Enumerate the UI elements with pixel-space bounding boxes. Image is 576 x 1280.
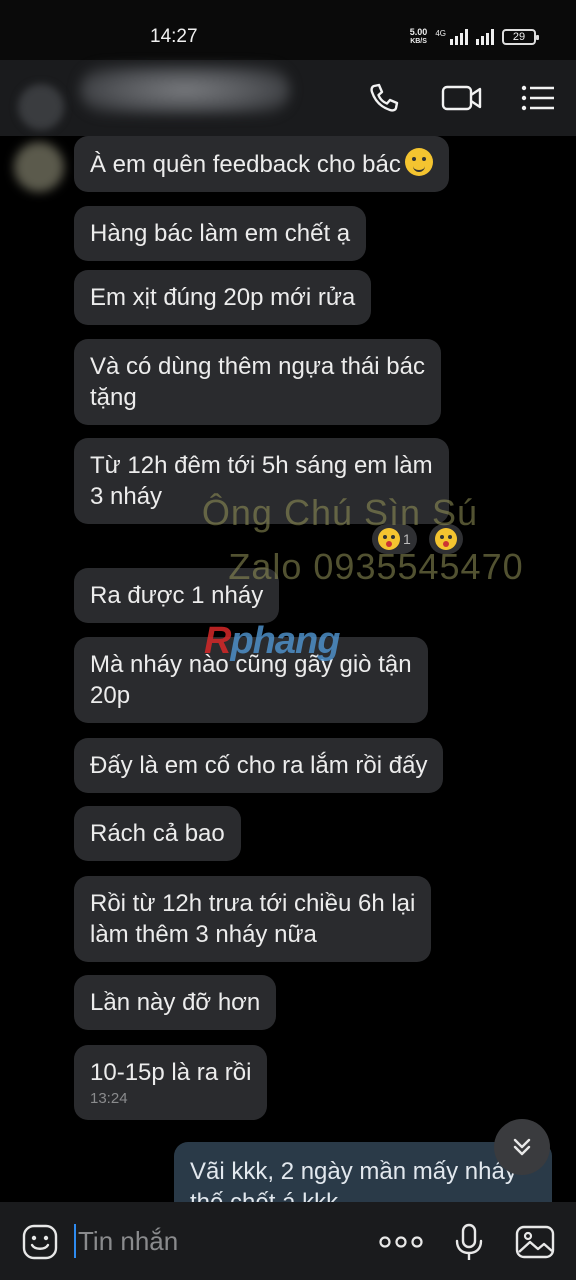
chevron-double-down-icon xyxy=(513,1138,531,1156)
phone-icon[interactable] xyxy=(364,78,404,118)
tongue-wink-emoji-icon xyxy=(434,528,457,550)
message-bubble[interactable]: Từ 12h đêm tới 5h sáng em làm 3 nháy xyxy=(74,438,449,524)
message-bubble[interactable]: À em quên feedback cho bác xyxy=(74,136,449,192)
sender-avatar[interactable] xyxy=(14,142,64,192)
signal-icon xyxy=(450,29,468,45)
more-icon[interactable] xyxy=(378,1230,424,1259)
message-bubble[interactable]: Rồi từ 12h trưa tới chiều 6h lại làm thê… xyxy=(74,876,432,962)
message-timestamp: 13:24 xyxy=(90,1090,128,1107)
message-input-bar xyxy=(0,1202,576,1280)
reaction-badge[interactable]: 1 xyxy=(372,524,417,554)
contact-name-blurred[interactable] xyxy=(80,66,290,114)
status-time: 14:27 xyxy=(150,26,198,47)
tongue-wink-emoji-icon xyxy=(378,528,400,550)
status-indicators: 5.00 KB/S 4G 29 xyxy=(409,27,539,46)
message-input[interactable] xyxy=(78,1222,358,1260)
microphone-icon[interactable] xyxy=(452,1222,486,1267)
message-bubble[interactable]: Đấy là em cố cho ra lắm rồi đấy xyxy=(74,738,444,793)
smiling-tear-emoji-icon xyxy=(404,148,433,176)
message-bubble[interactable]: Ra được 1 nháy xyxy=(74,568,280,623)
signal-icon-2 xyxy=(476,29,494,45)
chat-header xyxy=(0,60,576,136)
text-caret xyxy=(74,1224,76,1258)
contact-avatar[interactable] xyxy=(18,84,64,130)
network-speed: 5.00 KB/S xyxy=(409,27,428,46)
battery-icon: 29 xyxy=(502,29,539,45)
sticker-icon[interactable] xyxy=(20,1222,60,1267)
message-bubble[interactable]: Rách cả bao xyxy=(74,806,241,861)
message-bubble[interactable]: Mà nháy nào cũng gãy giò tận 20p xyxy=(74,637,428,723)
video-call-icon[interactable] xyxy=(440,78,482,118)
status-bar: 14:27 5.00 KB/S 4G 29 xyxy=(0,0,576,60)
network-type: 4G xyxy=(435,28,446,38)
message-bubble[interactable]: 10-15p là ra rồi 13:24 xyxy=(74,1045,268,1120)
message-bubble[interactable]: Lần này đỡ hơn xyxy=(74,975,277,1030)
scroll-to-bottom-button[interactable] xyxy=(494,1119,550,1175)
message-list[interactable]: À em quên feedback cho bác Hàng bác làm … xyxy=(0,136,576,1202)
message-bubble[interactable]: Em xịt đúng 20p mới rửa xyxy=(74,270,372,325)
image-icon[interactable] xyxy=(514,1222,556,1267)
message-bubble[interactable]: Hàng bác làm em chết ạ xyxy=(74,206,367,261)
reaction-bar: 1 xyxy=(372,524,463,554)
message-bubble[interactable]: Và có dùng thêm ngựa thái bác tặng xyxy=(74,339,441,425)
add-reaction-button[interactable] xyxy=(428,524,463,554)
menu-icon[interactable] xyxy=(518,78,558,118)
